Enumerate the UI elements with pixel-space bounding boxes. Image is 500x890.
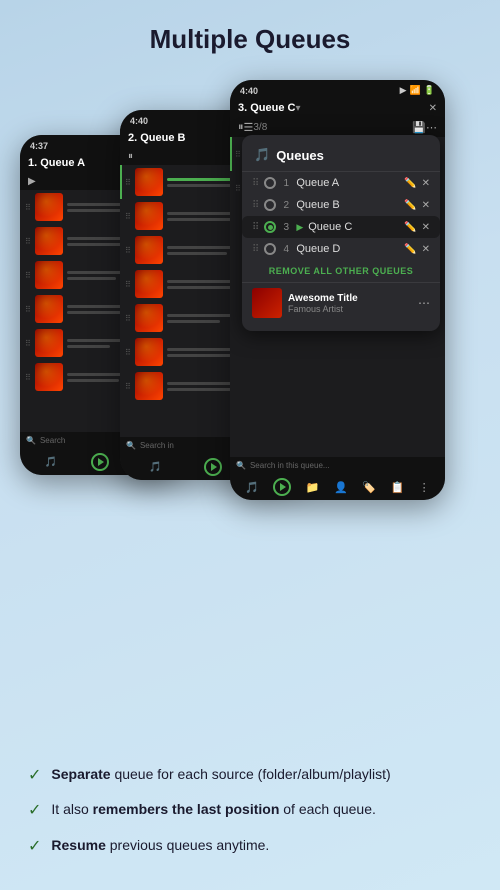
- now-playing-mini: Awesome Title Famous Artist ⋯: [242, 282, 440, 323]
- phone-3: 4:40 ▶ 📶 🔋 3. Queue C ▾ ✕ ⏸ ☰ 3/8: [230, 80, 445, 500]
- queue-name-d: Queue D: [296, 243, 399, 255]
- feature-item-3: ✓ Resume previous queues anytime.: [28, 835, 472, 858]
- queue-radio-b[interactable]: [264, 199, 276, 211]
- queue-edit-c[interactable]: ✏️: [404, 222, 416, 233]
- queue-num-c: 3: [281, 222, 291, 233]
- page-title: Multiple Queues: [0, 0, 500, 65]
- feature-item-1: ✓ Separate queue for each source (folder…: [28, 764, 472, 787]
- phone3-time: 4:40: [240, 86, 258, 96]
- phone3-search[interactable]: 🔍 Search in this queue...: [230, 457, 445, 474]
- phone2-queue-name: 2. Queue B: [128, 132, 185, 144]
- feature-text-1: Separate queue for each source (folder/a…: [51, 764, 390, 784]
- check-icon-1: ✓: [28, 765, 41, 787]
- queue-item-c[interactable]: ⠿ 3 ▶ Queue C ✏️ ✕: [242, 216, 440, 238]
- phone1-search-label: Search: [40, 436, 65, 445]
- queue-edit-a[interactable]: ✏️: [404, 178, 416, 189]
- queue-edit-b[interactable]: ✏️: [404, 200, 416, 211]
- track-count: 3/8: [253, 122, 267, 133]
- queues-popup-title: Queues: [276, 148, 324, 163]
- queue-num-a: 1: [281, 178, 291, 189]
- queue-item-a[interactable]: ⠿ 1 Queue A ✏️ ✕: [242, 172, 440, 194]
- queue-item-b[interactable]: ⠿ 2 Queue B ✏️ ✕: [242, 194, 440, 216]
- more-options-icon[interactable]: ⋯: [418, 296, 430, 310]
- phone1-time: 4:37: [30, 141, 48, 151]
- queue-delete-c[interactable]: ✕: [422, 222, 430, 233]
- search-icon: 🔍: [236, 461, 246, 470]
- queue-delete-d[interactable]: ✕: [422, 244, 430, 255]
- phone3-search-label: Search in this queue...: [250, 461, 330, 470]
- check-icon-3: ✓: [28, 836, 41, 858]
- feature-text-2: It also remembers the last position of e…: [51, 799, 376, 819]
- features-section: ✓ Separate queue for each source (folder…: [0, 748, 500, 890]
- feature-text-3: Resume previous queues anytime.: [51, 835, 269, 855]
- check-icon-2: ✓: [28, 800, 41, 822]
- queue-item-d[interactable]: ⠿ 4 Queue D ✏️ ✕: [242, 238, 440, 260]
- phone1-queue-name: 1. Queue A: [28, 157, 85, 169]
- queue-num-d: 4: [281, 244, 291, 255]
- phone2-search-label: Search in: [140, 441, 174, 450]
- queue-name-b: Queue B: [296, 199, 399, 211]
- queue-radio-a[interactable]: [264, 177, 276, 189]
- queue-num-b: 2: [281, 200, 291, 211]
- now-playing-title: Awesome Title: [288, 293, 412, 304]
- now-playing-thumbnail: [252, 288, 282, 318]
- queue-radio-d[interactable]: [264, 243, 276, 255]
- phone3-bottom-nav: 🎵 📁 👤 🏷️ 📋 ⋮: [230, 474, 445, 500]
- queue-radio-c[interactable]: [264, 221, 276, 233]
- feature-item-2: ✓ It also remembers the last position of…: [28, 799, 472, 822]
- remove-all-button[interactable]: REMOVE ALL OTHER QUEUES: [242, 260, 440, 282]
- phone3-queue-name: 3. Queue C: [238, 102, 295, 114]
- queue-edit-d[interactable]: ✏️: [404, 244, 416, 255]
- phone2-time: 4:40: [130, 116, 148, 126]
- queue-name-c: Queue C: [308, 221, 399, 233]
- queue-delete-a[interactable]: ✕: [422, 178, 430, 189]
- queues-popup: 🎵 Queues ⠿ 1 Queue A ✏️ ✕ ⠿: [242, 135, 440, 331]
- queue-name-a: Queue A: [296, 177, 399, 189]
- queue-delete-b[interactable]: ✕: [422, 200, 430, 211]
- phones-container: 4:37 ▶ 1. Queue A ▶ ☰ ⠿ ⠿: [0, 75, 500, 555]
- now-playing-artist: Famous Artist: [288, 304, 412, 314]
